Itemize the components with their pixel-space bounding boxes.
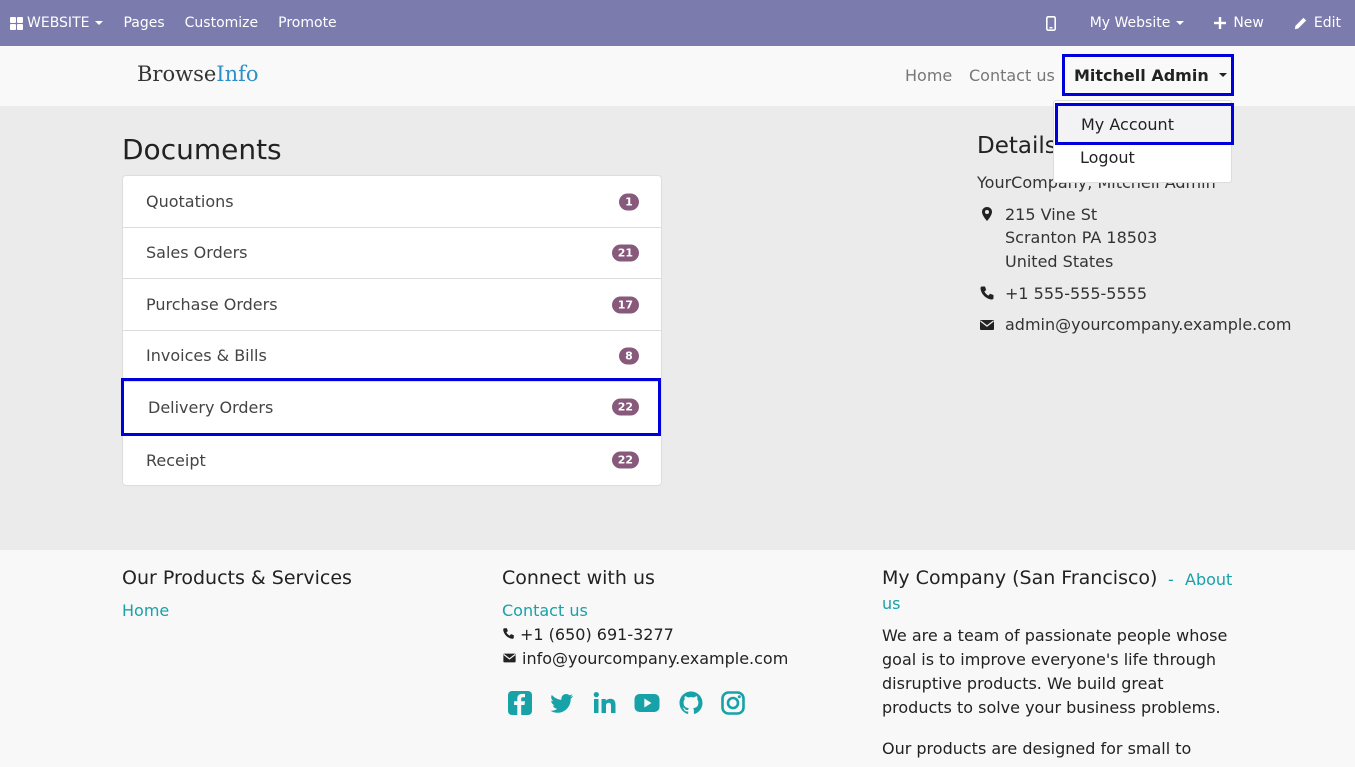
user-name: Mitchell Admin bbox=[1074, 65, 1209, 85]
user-menu-button[interactable]: Mitchell Admin bbox=[1062, 54, 1234, 96]
phone-icon bbox=[503, 628, 514, 639]
my-website-menu[interactable]: My Website bbox=[1080, 0, 1205, 46]
list-item-label: Sales Orders bbox=[146, 243, 248, 262]
admin-bar-right: My Website New Edit bbox=[1036, 0, 1355, 46]
paragraph-line: goal is to improve everyone's life throu… bbox=[882, 650, 1217, 669]
footer-contact-link[interactable]: Contact us bbox=[502, 601, 588, 620]
nav-contact-us[interactable]: Contact us bbox=[969, 66, 1055, 85]
address-country: United States bbox=[1005, 252, 1114, 271]
count-badge: 1 bbox=[619, 193, 639, 210]
brand-text-2: Info bbox=[216, 62, 259, 86]
count-badge: 21 bbox=[611, 244, 639, 261]
mobile-preview-button[interactable] bbox=[1036, 0, 1080, 46]
my-website-label: My Website bbox=[1089, 15, 1171, 31]
new-button[interactable]: New bbox=[1204, 0, 1284, 46]
footer-company-title: My Company (San Francisco) bbox=[882, 567, 1158, 589]
user-dropdown: My Account Logout bbox=[1053, 100, 1234, 183]
count-badge: 17 bbox=[611, 296, 639, 313]
footer-phone: +1 (650) 691-3277 bbox=[520, 625, 674, 644]
admin-bar-left: WEBSITE Pages Customize Promote bbox=[0, 0, 347, 46]
envelope-icon bbox=[980, 320, 994, 330]
list-item-sales-orders[interactable]: Sales Orders 21 bbox=[123, 227, 661, 279]
footer-home-link[interactable]: Home bbox=[122, 601, 169, 620]
count-badge: 22 bbox=[611, 451, 639, 469]
footer-products-title: Our Products & Services bbox=[122, 567, 352, 589]
twitter-icon[interactable] bbox=[549, 690, 575, 716]
footer-email: info@yourcompany.example.com bbox=[522, 649, 789, 668]
mobile-icon bbox=[1045, 15, 1056, 31]
list-item-receipt[interactable]: Receipt 22 bbox=[123, 434, 661, 486]
count-badge: 22 bbox=[611, 398, 639, 416]
address-city: Scranton PA 18503 bbox=[1005, 228, 1158, 247]
website-menu[interactable]: WEBSITE bbox=[0, 0, 113, 46]
envelope-icon bbox=[503, 653, 516, 663]
chevron-down-icon bbox=[95, 21, 104, 25]
paragraph-line: disruptive products. We build great bbox=[882, 674, 1164, 693]
list-item-delivery-orders[interactable]: Delivery Orders 22 bbox=[121, 378, 661, 436]
list-item-label: Delivery Orders bbox=[148, 397, 274, 417]
edit-button[interactable]: Edit bbox=[1284, 0, 1355, 46]
map-marker-icon bbox=[982, 207, 992, 221]
brand-text-1: Browse bbox=[137, 62, 217, 86]
details-email: admin@yourcompany.example.com bbox=[1005, 315, 1292, 334]
admin-bar: WEBSITE Pages Customize Promote My Websi… bbox=[0, 0, 1355, 46]
website-menu-label: WEBSITE bbox=[27, 15, 90, 31]
footer-about-link-cont[interactable]: us bbox=[882, 594, 900, 613]
address-street: 215 Vine St bbox=[1005, 205, 1098, 224]
footer-dash: - bbox=[1168, 570, 1174, 589]
list-item-purchase-orders[interactable]: Purchase Orders 17 bbox=[123, 279, 661, 331]
my-account-item[interactable]: My Account bbox=[1055, 103, 1234, 145]
list-item-label: Purchase Orders bbox=[146, 295, 278, 314]
list-item-label: Invoices & Bills bbox=[146, 346, 267, 365]
paragraph-line: Our products are designed for small to bbox=[882, 739, 1192, 758]
site-header: BrowseInfo Home Contact us Mitchell Admi… bbox=[0, 46, 1355, 106]
list-item-invoices-bills[interactable]: Invoices & Bills 8 bbox=[123, 330, 661, 382]
footer-about-link[interactable]: About bbox=[1185, 570, 1232, 589]
instagram-icon[interactable] bbox=[720, 690, 746, 716]
edit-label: Edit bbox=[1313, 15, 1341, 31]
pages-menu[interactable]: Pages bbox=[113, 0, 174, 46]
youtube-icon[interactable] bbox=[634, 690, 660, 716]
github-icon[interactable] bbox=[678, 690, 704, 716]
paragraph-line: products to solve your business problems… bbox=[882, 698, 1221, 717]
chevron-down-icon bbox=[1176, 21, 1185, 25]
brand-logo[interactable]: BrowseInfo bbox=[137, 62, 259, 86]
nav-home[interactable]: Home bbox=[905, 66, 952, 85]
list-item-label: Quotations bbox=[146, 192, 234, 211]
facebook-icon[interactable] bbox=[507, 690, 533, 716]
customize-menu[interactable]: Customize bbox=[175, 0, 269, 46]
footer-connect-title: Connect with us bbox=[502, 567, 655, 589]
plus-icon bbox=[1214, 17, 1227, 29]
new-label: New bbox=[1233, 15, 1264, 31]
count-badge: 8 bbox=[619, 347, 639, 364]
list-item-quotations[interactable]: Quotations 1 bbox=[123, 176, 661, 228]
list-item-label: Receipt bbox=[146, 450, 206, 470]
linkedin-icon[interactable] bbox=[592, 690, 618, 716]
apps-grid-icon bbox=[10, 16, 23, 30]
footer-about-paragraph: We are a team of passionate people whose… bbox=[882, 624, 1232, 720]
documents-title: Documents bbox=[122, 133, 282, 166]
footer-about-paragraph-2: Our products are designed for small to bbox=[882, 737, 1232, 761]
logout-item[interactable]: Logout bbox=[1054, 148, 1231, 167]
documents-list: Quotations 1 Sales Orders 21 Purchase Or… bbox=[121, 175, 662, 486]
details-title: Details bbox=[977, 133, 1057, 159]
details-phone: +1 555-555-5555 bbox=[1005, 284, 1148, 303]
phone-icon bbox=[980, 286, 994, 300]
promote-menu[interactable]: Promote bbox=[268, 0, 347, 46]
paragraph-line: We are a team of passionate people whose bbox=[882, 626, 1228, 645]
pencil-icon bbox=[1294, 17, 1307, 29]
chevron-down-icon bbox=[1218, 73, 1227, 77]
